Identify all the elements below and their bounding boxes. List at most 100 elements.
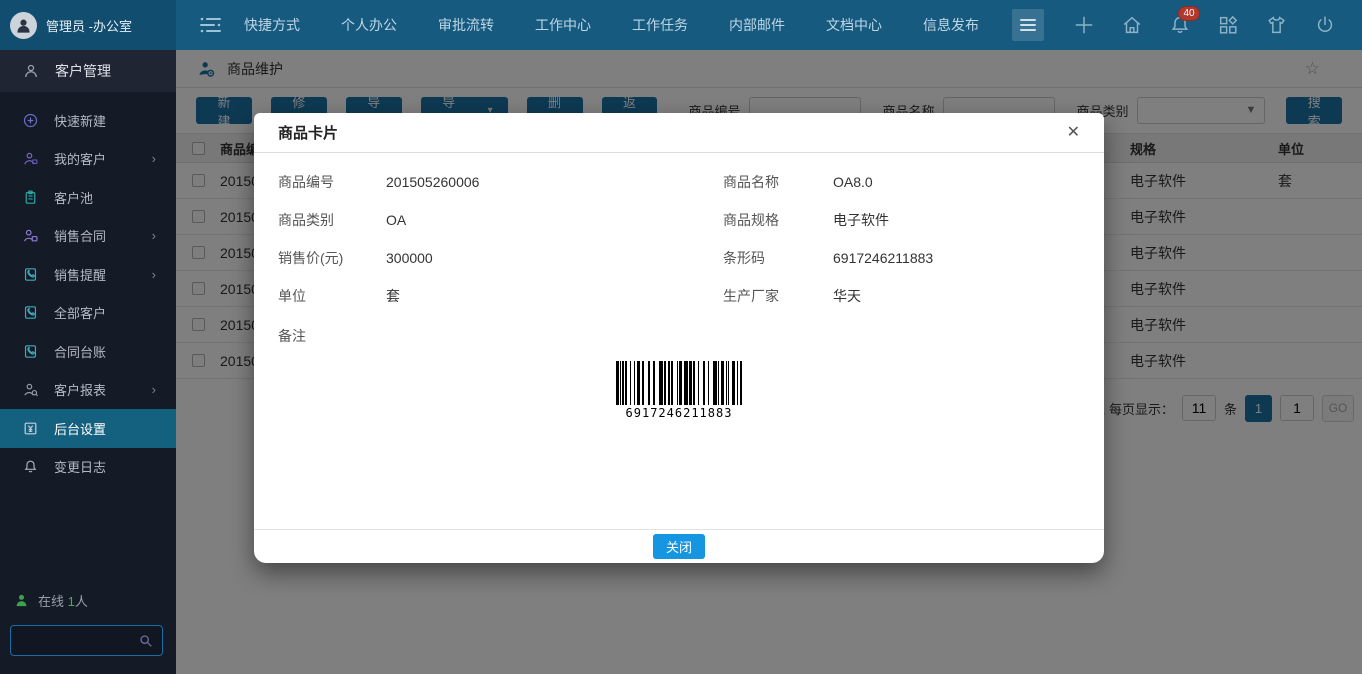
modal-field: 商品编号201505260006 (278, 172, 723, 192)
field-value: OA8.0 (833, 174, 873, 190)
report-icon (22, 381, 39, 398)
phone-book-icon (22, 266, 39, 283)
modal-field: 商品类别OA (278, 210, 723, 230)
bell-icon[interactable]: 40 (1169, 14, 1191, 36)
field-value: 电子软件 (833, 210, 889, 230)
plus-circle-icon (22, 112, 39, 129)
nav-item[interactable]: 内部邮件 (729, 15, 785, 35)
sidebar-item-合同台账[interactable]: 合同台账 (0, 332, 176, 371)
sidebar-item-label: 全部客户 (54, 303, 106, 322)
modal-field-row: 商品编号201505260006商品名称OA8.0 (278, 163, 1080, 201)
sidebar-item-label: 后台设置 (54, 419, 106, 438)
sidebar-item-label: 客户报表 (54, 380, 106, 399)
topbar: 管理员 -办公室 快捷方式 个人办公 审批流转 工作中心 工作任务 内部邮件 文档中心 信息发… (0, 0, 1362, 50)
field-value: 套 (386, 286, 400, 306)
sidebar-item-全部客户[interactable]: 全部客户 (0, 294, 176, 333)
sidebar-item-label: 客户池 (54, 188, 93, 207)
field-label: 单位 (278, 286, 386, 306)
sidebar: 客户管理 快速新建我的客户›客户池销售合同›销售提醒›全部客户合同台账客户报表›… (0, 50, 176, 674)
clipboard-icon (22, 189, 39, 206)
sidebar-item-销售提醒[interactable]: 销售提醒› (0, 255, 176, 294)
sidebar-header-label: 客户管理 (55, 61, 111, 81)
sidebar-item-变更日志[interactable]: 变更日志 (0, 448, 176, 487)
modal-header: 商品卡片 ✕ (254, 113, 1104, 153)
product-card-modal: 商品卡片 ✕ 商品编号201505260006商品名称OA8.0商品类别OA商品… (254, 113, 1104, 563)
phone-book-icon (22, 304, 39, 321)
close-button[interactable]: 关闭 (653, 534, 705, 559)
menu-icon[interactable] (198, 13, 224, 37)
field-value: 201505260006 (386, 174, 479, 190)
chevron-right-icon: › (152, 228, 156, 243)
chevron-right-icon: › (152, 151, 156, 166)
sidebar-item-label: 变更日志 (54, 457, 106, 476)
field-value: OA (386, 212, 406, 228)
sidebar-item-客户池[interactable]: 客户池 (0, 178, 176, 217)
sidebar-item-我的客户[interactable]: 我的客户 › (0, 140, 176, 179)
nav-item[interactable]: 工作中心 (535, 15, 591, 35)
yen-box-icon (22, 420, 39, 437)
sidebar-item-label: 快速新建 (54, 111, 106, 130)
sidebar-item-label: 我的客户 (54, 149, 106, 168)
modal-title: 商品卡片 (278, 122, 338, 143)
menu-toggle-icon[interactable] (1012, 9, 1044, 41)
modal-field-row: 商品类别OA商品规格电子软件 (278, 201, 1080, 239)
modal-field: 条形码6917246211883 (723, 248, 1080, 268)
sidebar-search-input[interactable] (11, 626, 138, 655)
remark-label: 备注 (278, 326, 386, 346)
nav-item[interactable]: 审批流转 (438, 15, 494, 35)
user-block[interactable]: 管理员 -办公室 (0, 0, 176, 50)
barcode-number: 6917246211883 (626, 406, 733, 420)
main-nav: 快捷方式 个人办公 审批流转 工作中心 工作任务 内部邮件 文档中心 信息发布 (244, 15, 979, 35)
sidebar-header-customer-mgmt[interactable]: 客户管理 (0, 50, 176, 92)
modal-field: 单位套 (278, 286, 723, 306)
barcode: 6917246211883 (278, 361, 1080, 420)
grid-icon[interactable] (1217, 14, 1239, 36)
online-person-icon (14, 593, 29, 608)
sidebar-item-销售合同[interactable]: 销售合同 › (0, 217, 176, 256)
field-label: 商品类别 (278, 210, 386, 230)
power-icon[interactable] (1314, 14, 1336, 36)
field-label: 商品名称 (723, 172, 833, 192)
person-icon (22, 62, 40, 80)
field-label: 商品编号 (278, 172, 386, 192)
notification-badge: 40 (1178, 6, 1200, 21)
home-icon[interactable] (1121, 14, 1143, 36)
nav-item[interactable]: 工作任务 (632, 15, 688, 35)
modal-field-row: 销售价(元)300000条形码6917246211883 (278, 239, 1080, 277)
sidebar-item-label: 销售合同 (54, 226, 106, 245)
sidebar-search (10, 625, 163, 656)
nav-item[interactable]: 个人办公 (341, 15, 397, 35)
contract-icon (22, 227, 39, 244)
field-value: 300000 (386, 250, 433, 266)
modal-field: 销售价(元)300000 (278, 248, 723, 268)
modal-field: 生产厂家华天 (723, 286, 1080, 306)
sidebar-item-客户报表[interactable]: 客户报表 › (0, 371, 176, 410)
close-icon[interactable]: ✕ (1067, 125, 1080, 141)
field-label: 条形码 (723, 248, 833, 268)
chevron-right-icon: › (152, 382, 156, 397)
chevron-right-icon: › (152, 267, 156, 282)
nav-item[interactable]: 文档中心 (826, 15, 882, 35)
nav-item[interactable]: 信息发布 (923, 15, 979, 35)
online-count: 1 (68, 594, 75, 609)
topbar-icons: 40 (1073, 14, 1362, 36)
modal-body: 商品编号201505260006商品名称OA8.0商品类别OA商品规格电子软件销… (254, 153, 1104, 420)
online-status: 在线 1人 (14, 591, 88, 610)
barcode-image (616, 361, 742, 405)
modal-footer: 关闭 (254, 529, 1104, 563)
field-value: 华天 (833, 286, 861, 306)
sidebar-item-label: 合同台账 (54, 342, 106, 361)
phone-book-icon (22, 343, 39, 360)
field-value: 6917246211883 (833, 250, 933, 266)
sidebar-item-快速新建[interactable]: 快速新建 (0, 101, 176, 140)
bell-outline-icon (22, 458, 39, 475)
nav-item[interactable]: 快捷方式 (244, 15, 300, 35)
sidebar-item-后台设置[interactable]: 后台设置 (0, 409, 176, 448)
sidebar-items: 快速新建我的客户›客户池销售合同›销售提醒›全部客户合同台账客户报表›后台设置变… (0, 101, 176, 486)
modal-field: 商品规格电子软件 (723, 210, 1080, 230)
search-icon[interactable] (138, 633, 162, 649)
person-icon (22, 150, 39, 167)
field-label: 生产厂家 (723, 286, 833, 306)
shirt-icon[interactable] (1265, 14, 1288, 36)
plus-icon[interactable] (1073, 14, 1095, 36)
